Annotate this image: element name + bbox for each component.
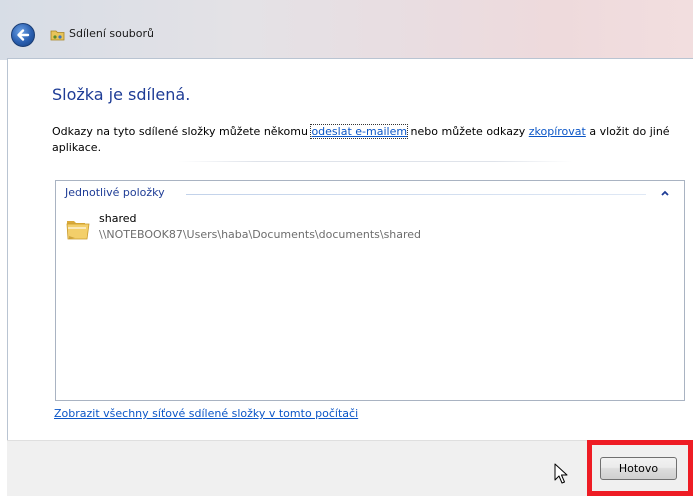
description-part-2: nebo můžete odkazy <box>407 125 529 138</box>
file-sharing-window: Sdílení souborů Složka je sdílená. Odkaz… <box>0 0 693 496</box>
command-bar <box>7 440 693 496</box>
send-email-link[interactable]: odeslat e-mailem <box>310 124 409 139</box>
page-heading: Složka je sdílená. <box>52 85 191 104</box>
title-bar: Sdílení souborů <box>0 0 693 60</box>
item-path: \\NOTEBOOK87\Users\haba\Documents\docume… <box>99 228 422 241</box>
description-part-1: Odkazy na tyto sdílené složky můžete něk… <box>52 125 312 138</box>
window-title: Sdílení souborů <box>69 27 155 40</box>
list-item[interactable]: shared \\NOTEBOOK87\Users\haba\Documents… <box>62 209 662 249</box>
group-header[interactable]: Jednotlivé položky <box>65 186 165 199</box>
mouse-cursor-icon <box>554 463 568 484</box>
folder-icon <box>66 221 90 240</box>
done-button[interactable]: Hotovo <box>600 457 677 480</box>
main-content: Složka je sdílená. Odkazy na tyto sdílen… <box>7 58 693 441</box>
group-header-line <box>186 194 646 195</box>
shared-items-list[interactable]: Jednotlivé položky shared \\NOTEBOOK87\U… <box>55 180 685 401</box>
description-text: Odkazy na tyto sdílené složky můžete něk… <box>52 124 677 156</box>
show-all-shares-link[interactable]: Zobrazit všechny síťové sdílené složky v… <box>54 407 358 420</box>
back-button[interactable] <box>11 23 35 47</box>
chevron-up-icon[interactable] <box>660 188 670 198</box>
copy-link[interactable]: zkopírovat <box>529 125 586 138</box>
file-sharing-icon <box>50 30 65 41</box>
item-name: shared <box>99 212 137 225</box>
separator-line <box>178 161 573 162</box>
arrow-left-icon <box>17 29 30 41</box>
